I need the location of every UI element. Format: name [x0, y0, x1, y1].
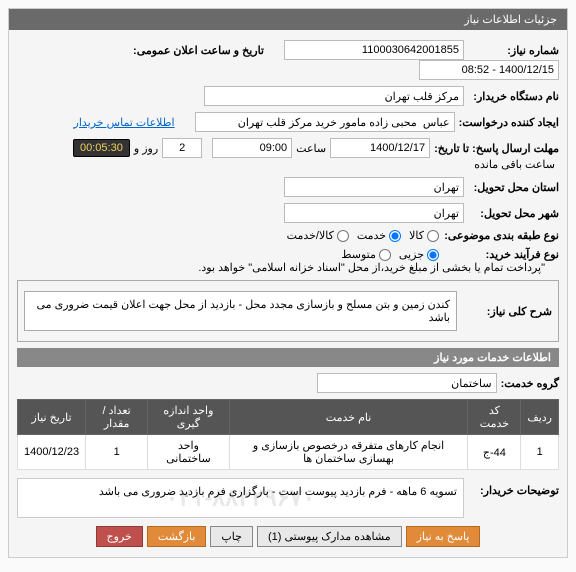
- back-button[interactable]: بازگشت: [147, 526, 207, 547]
- buyer-org-label: نام دستگاه خریدار:: [464, 90, 559, 103]
- day-word: روز و: [130, 142, 162, 155]
- process-label: نوع فرآیند خرید:: [439, 248, 559, 261]
- buyer-note-row: توضیحات خریدار: ۰۲۱-۸۸۳۲۹۶۷۰ تسویه 6 ماه…: [17, 478, 559, 518]
- subject-radio-group: کالا خدمت کالا/خدمت: [287, 229, 439, 242]
- radio-khadamat[interactable]: خدمت: [357, 229, 401, 242]
- process-note: "پرداخت تمام یا بخشی از مبلغ خرید،از محل…: [198, 261, 559, 274]
- radio-motavaset[interactable]: متوسط: [341, 248, 391, 261]
- remain-label: ساعت باقی مانده: [470, 158, 559, 171]
- col-header: کد خدمت: [468, 400, 521, 435]
- main-desc-label: شرح کلی نیاز:: [457, 305, 552, 318]
- radio-kala[interactable]: کالا: [409, 229, 439, 242]
- announce-label: تاریخ و ساعت اعلان عمومی:: [114, 44, 264, 57]
- city-field[interactable]: [284, 203, 464, 223]
- creator-field[interactable]: [195, 112, 455, 132]
- time-word: ساعت: [292, 142, 330, 155]
- deadline-time-field[interactable]: [212, 138, 292, 158]
- req-no-label: شماره نیاز:: [464, 44, 559, 57]
- print-button[interactable]: چاپ: [210, 526, 253, 547]
- table-cell: انجام کارهای متفرقه درخصوص بازسازی و بهس…: [229, 435, 468, 470]
- table-cell: 1: [521, 435, 559, 470]
- province-label: استان محل تحویل:: [464, 181, 559, 194]
- main-desc-section: شرح کلی نیاز: کندن زمین و بتن مسلح و باز…: [17, 280, 559, 342]
- buyer-note-label: توضیحات خریدار:: [464, 478, 559, 497]
- deadline-date-field[interactable]: [330, 138, 430, 158]
- deadline-label: مهلت ارسال پاسخ: تا تاریخ:: [430, 142, 559, 155]
- col-header: نام خدمت: [229, 400, 468, 435]
- announce-field[interactable]: [419, 60, 559, 80]
- table-cell: واحد ساختمانی: [148, 435, 229, 470]
- radio-jozi[interactable]: جزیی: [399, 248, 439, 261]
- process-radio-group: جزیی متوسط: [341, 248, 439, 261]
- exit-button[interactable]: خروج: [96, 526, 143, 547]
- col-header: واحد اندازه گیری: [148, 400, 229, 435]
- buyer-org-field[interactable]: [204, 86, 464, 106]
- buyer-note-text: تسویه 6 ماهه - فرم بازدید پیوست است - با…: [24, 485, 457, 498]
- contact-link[interactable]: اطلاعات تماس خریدار: [74, 116, 175, 129]
- table-cell: 44-ج: [468, 435, 521, 470]
- col-header: تاریخ نیاز: [18, 400, 86, 435]
- group-label: گروه خدمت:: [497, 377, 559, 390]
- reply-button[interactable]: پاسخ به نیاز: [406, 526, 481, 547]
- col-header: تعداد / مقدار: [86, 400, 148, 435]
- subject-class-label: نوع طبقه بندی موضوعی:: [439, 229, 559, 242]
- form-area: شماره نیاز: تاریخ و ساعت اعلان عمومی: نا…: [9, 30, 567, 557]
- main-desc-box: کندن زمین و بتن مسلح و بازسازی مجدد محل …: [24, 291, 457, 331]
- table-cell: 1: [86, 435, 148, 470]
- req-no-field[interactable]: [284, 40, 464, 60]
- buyer-note-box: ۰۲۱-۸۸۳۲۹۶۷۰ تسویه 6 ماهه - فرم بازدید پ…: [17, 478, 464, 518]
- col-header: ردیف: [521, 400, 559, 435]
- table-row[interactable]: 144-جانجام کارهای متفرقه درخصوص بازسازی …: [18, 435, 559, 470]
- panel-title: جزئیات اطلاعات نیاز: [9, 9, 567, 30]
- button-bar: پاسخ به نیاز مشاهده مدارک پیوستی (1) چاپ…: [17, 518, 559, 551]
- services-table: ردیفکد خدمتنام خدمتواحد اندازه گیریتعداد…: [17, 399, 559, 470]
- countdown: 00:05:30: [73, 139, 130, 157]
- attachments-button[interactable]: مشاهده مدارک پیوستی (1): [257, 526, 402, 547]
- creator-label: ایجاد کننده درخواست:: [455, 116, 559, 129]
- radio-kala-khadamat[interactable]: کالا/خدمت: [287, 229, 349, 242]
- group-field[interactable]: [317, 373, 497, 393]
- details-panel: جزئیات اطلاعات نیاز شماره نیاز: تاریخ و …: [8, 8, 568, 558]
- table-cell: 1400/12/23: [18, 435, 86, 470]
- province-field[interactable]: [284, 177, 464, 197]
- city-label: شهر محل تحویل:: [464, 207, 559, 220]
- services-header: اطلاعات خدمات مورد نیاز: [17, 348, 559, 367]
- days-left-field[interactable]: [162, 138, 202, 158]
